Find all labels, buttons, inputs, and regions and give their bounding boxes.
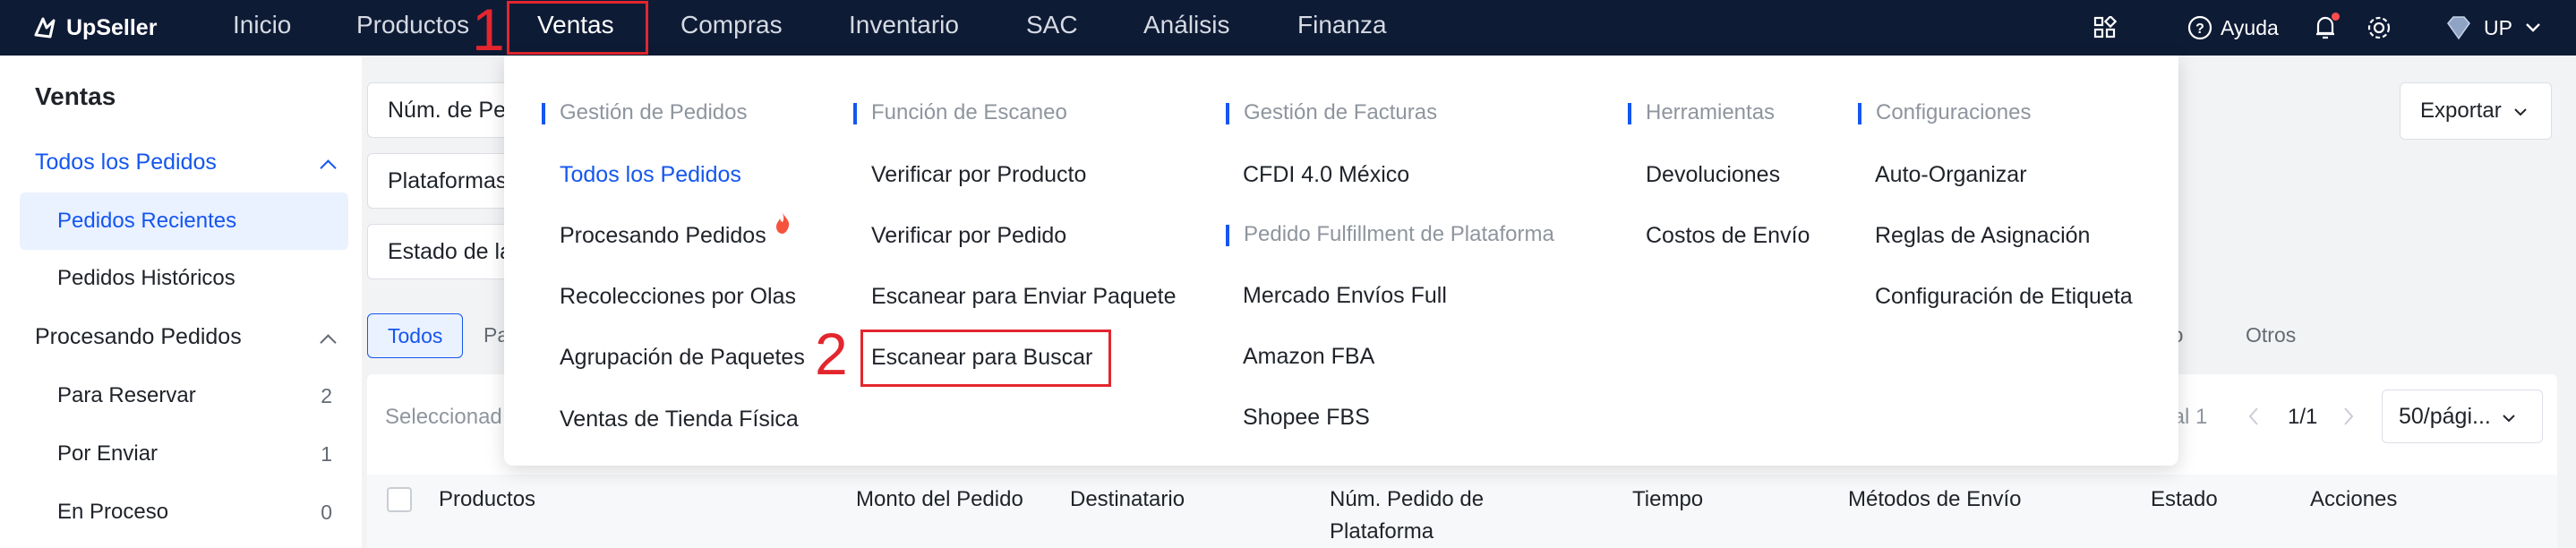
export-label: Exportar bbox=[2420, 98, 2502, 123]
sidebar-item-pedidos-historicos[interactable]: Pedidos Históricos bbox=[20, 250, 348, 307]
sidebar-title: Ventas bbox=[35, 82, 116, 110]
fire-hot-icon bbox=[776, 212, 790, 234]
step-1-annotation: 1 bbox=[472, 0, 505, 63]
step-2-annotation: 2 bbox=[815, 321, 848, 387]
sidebar-group-todos-los-pedidos[interactable]: Todos los Pedidos bbox=[35, 150, 217, 176]
user-menu[interactable]: UP bbox=[2443, 0, 2541, 56]
menu-item-procesando-pedidos[interactable]: Procesando Pedidos bbox=[560, 222, 766, 249]
escanear-buscar-highlight-box bbox=[860, 330, 1111, 387]
chevron-down-icon bbox=[2526, 23, 2540, 32]
menu-item-agrupacion-paquetes[interactable]: Agrupación de Paquetes bbox=[560, 344, 805, 371]
col-num-pedido-line2: Plataforma bbox=[1330, 519, 1434, 544]
help-label: Ayuda bbox=[2221, 15, 2279, 39]
svg-text:?: ? bbox=[2195, 21, 2204, 37]
menu-header-gestion-pedidos: Gestión de Pedidos bbox=[542, 99, 747, 126]
menu-item-mercado-envios-full[interactable]: Mercado Envíos Full bbox=[1243, 282, 1447, 309]
menu-item-todos-los-pedidos[interactable]: Todos los Pedidos bbox=[560, 161, 741, 188]
count-badge: 2 bbox=[321, 384, 332, 407]
menu-item-verificar-pedido[interactable]: Verificar por Pedido bbox=[871, 222, 1066, 249]
count-badge: 0 bbox=[321, 501, 332, 524]
menu-item-cfdi-mexico[interactable]: CFDI 4.0 México bbox=[1243, 161, 1409, 188]
help-button[interactable]: ? Ayuda bbox=[2187, 0, 2279, 56]
sidebar-item-label: Por Enviar bbox=[57, 441, 158, 466]
chevron-down-icon bbox=[2503, 415, 2515, 423]
bell-icon[interactable] bbox=[2314, 0, 2337, 56]
col-metodos-envio: Métodos de Envío bbox=[1848, 487, 2022, 511]
nav-sac[interactable]: SAC bbox=[1026, 0, 1078, 56]
nav-finanza[interactable]: Finanza bbox=[1297, 0, 1387, 56]
menu-header-configuraciones: Configuraciones bbox=[1858, 99, 2031, 126]
help-circle-icon: ? bbox=[2187, 15, 2212, 40]
menu-header-herramientas: Herramientas bbox=[1628, 99, 1775, 126]
sidebar-item-label: Pedidos Recientes bbox=[57, 209, 237, 233]
nav-inventario[interactable]: Inventario bbox=[849, 0, 959, 56]
chevron-left-icon[interactable] bbox=[2247, 407, 2260, 426]
apps-grid-icon[interactable] bbox=[2093, 0, 2117, 56]
count-badge: 1 bbox=[321, 442, 332, 466]
col-monto: Monto del Pedido bbox=[856, 487, 1023, 511]
col-estado: Estado bbox=[2151, 487, 2218, 511]
menu-item-reglas-asignacion[interactable]: Reglas de Asignación bbox=[1875, 222, 2090, 249]
select-all-checkbox[interactable] bbox=[387, 487, 412, 512]
menu-item-costos-envio[interactable]: Costos de Envío bbox=[1646, 222, 1810, 249]
diamond-avatar-icon bbox=[2447, 16, 2470, 40]
col-tiempo: Tiempo bbox=[1632, 487, 1704, 511]
menu-item-devoluciones[interactable]: Devoluciones bbox=[1646, 161, 1780, 188]
menu-item-escanear-enviar-paquete[interactable]: Escanear para Enviar Paquete bbox=[871, 283, 1177, 310]
nav-inicio[interactable]: Inicio bbox=[233, 0, 291, 56]
menu-item-recolecciones-olas[interactable]: Recolecciones por Olas bbox=[560, 283, 796, 310]
logo-text: UpSeller bbox=[66, 14, 158, 40]
nav-compras[interactable]: Compras bbox=[680, 0, 783, 56]
menu-header-funcion-escaneo: Función de Escaneo bbox=[853, 99, 1067, 126]
per-page-select[interactable]: 50/pági... bbox=[2382, 390, 2543, 443]
app-logo[interactable]: UpSeller bbox=[30, 0, 157, 56]
menu-header-gestion-facturas: Gestión de Facturas bbox=[1226, 99, 1437, 126]
col-num-pedido-line1: Núm. Pedido de bbox=[1330, 487, 1485, 511]
tab-otros[interactable]: Otros bbox=[2246, 313, 2296, 358]
gear-icon[interactable] bbox=[2366, 0, 2392, 56]
sidebar-item-para-reservar[interactable]: Para Reservar 2 bbox=[20, 367, 348, 424]
menu-item-amazon-fba[interactable]: Amazon FBA bbox=[1243, 343, 1374, 370]
menu-header-pedido-fulfillment: Pedido Fulfillment de Plataforma bbox=[1226, 221, 1554, 248]
upseller-logo-icon bbox=[34, 17, 56, 39]
sidebar-item-en-proceso[interactable]: En Proceso 0 bbox=[20, 484, 348, 541]
sidebar-group-procesando-pedidos[interactable]: Procesando Pedidos bbox=[35, 324, 242, 350]
select-all-label: Seleccionad bbox=[385, 405, 502, 429]
menu-item-shopee-fbs[interactable]: Shopee FBS bbox=[1243, 404, 1370, 431]
ventas-highlight-box bbox=[507, 1, 648, 55]
sidebar-item-por-enviar[interactable]: Por Enviar 1 bbox=[20, 425, 348, 483]
sidebar-item-label: Pedidos Históricos bbox=[57, 266, 235, 290]
chevron-down-icon bbox=[2514, 108, 2528, 116]
menu-item-verificar-producto[interactable]: Verificar por Producto bbox=[871, 161, 1086, 188]
menu-item-configuracion-etiqueta[interactable]: Configuración de Etiqueta bbox=[1875, 283, 2133, 310]
export-button[interactable]: Exportar bbox=[2400, 82, 2552, 140]
notification-dot bbox=[2332, 13, 2340, 21]
pagination-indicator: 1/1 bbox=[2288, 405, 2318, 429]
sidebar-item-pedidos-recientes[interactable]: Pedidos Recientes bbox=[20, 193, 348, 250]
col-productos: Productos bbox=[439, 487, 536, 511]
menu-item-auto-organizar[interactable]: Auto-Organizar bbox=[1875, 161, 2027, 188]
per-page-value: 50/pági... bbox=[2399, 404, 2491, 429]
sidebar-item-label: En Proceso bbox=[57, 500, 169, 524]
nav-productos[interactable]: Productos bbox=[356, 0, 469, 56]
menu-item-ventas-tienda-fisica[interactable]: Ventas de Tienda Física bbox=[560, 406, 799, 432]
col-destinatario: Destinatario bbox=[1070, 487, 1185, 511]
user-label: UP bbox=[2484, 15, 2512, 39]
col-acciones: Acciones bbox=[2310, 487, 2398, 511]
tab-todos[interactable]: Todos bbox=[367, 313, 464, 358]
sidebar-item-label: Para Reservar bbox=[57, 383, 196, 407]
top-navigation-bar: UpSeller Inicio Productos Ventas Compras… bbox=[0, 0, 2576, 56]
chevron-right-icon[interactable] bbox=[2342, 407, 2355, 426]
nav-analisis[interactable]: Análisis bbox=[1143, 0, 1229, 56]
